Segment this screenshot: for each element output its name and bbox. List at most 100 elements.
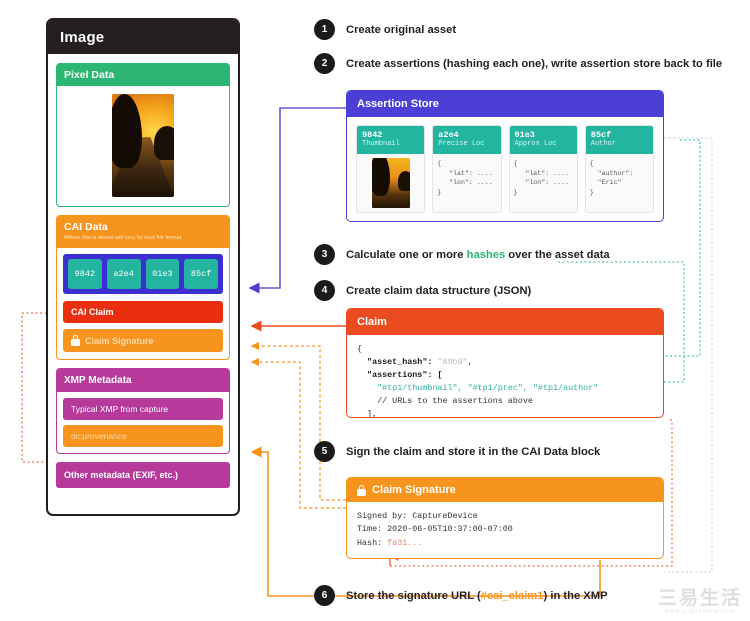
- cai-claim-row: CAI Claim: [63, 301, 223, 324]
- xmp-typical-row: Typical XMP from capture: [63, 398, 223, 421]
- claim-value-asset-hash: "89b6": [437, 357, 468, 368]
- assertion-card-body: { "lat": .... "lon": .... }: [513, 160, 569, 196]
- assertion-card-id: 85cf: [590, 130, 612, 140]
- step-3-text: Calculate one or more hashes over the as…: [346, 249, 610, 261]
- claim-value-assertions: "#tp1/thumbnail", "#tp1/prec", "#tp1/aut…: [357, 383, 599, 394]
- step-6-text-after: ) in the XMP: [543, 589, 608, 602]
- image-panel: Image Pixel Data CAI Data Where this is …: [46, 18, 240, 516]
- assertion-card-label: Thumbnail: [362, 140, 400, 149]
- step-5-text: Sign the claim and store it in the CAI D…: [346, 445, 601, 458]
- claim-signature-row-label: Claim Signature: [85, 335, 154, 346]
- signature-hash-label: Hash:: [357, 537, 388, 548]
- diagram-root: Image Pixel Data CAI Data Where this is …: [0, 0, 750, 621]
- pixel-data-block: Pixel Data: [56, 63, 230, 207]
- step-3-text-after: over the asset data: [505, 248, 610, 261]
- assertion-card-author: 85cf Author { "author": "Eric" }: [584, 125, 654, 214]
- assertion-card-header: 01e3 Approx Loc: [509, 126, 577, 155]
- cai-data-content: 9842 a2e4 01e3 85cf CAI Claim Claim Sign…: [57, 248, 229, 359]
- cai-data-subtitle: Where this is stored will vary by host f…: [64, 235, 182, 242]
- watermark-subtext: www.expreview.com: [664, 608, 736, 615]
- assertion-store-cards: 9842 Thumbnail a2e4 Precise Loc { "lat":…: [347, 117, 663, 221]
- claim-signature-card-title: Claim Signature: [372, 484, 456, 496]
- hash-chip: 9842: [68, 259, 102, 290]
- claim-card-title: Claim: [347, 309, 663, 335]
- assertion-card-id: 01e3: [514, 130, 535, 140]
- signature-hash-value: fa31...: [387, 537, 423, 548]
- cai-data-header: CAI Data Where this is stored will vary …: [57, 216, 229, 249]
- watermark-text: 三易生活: [657, 587, 742, 609]
- step-2: 2 Create assertions (hashing each one), …: [314, 53, 722, 74]
- assertion-card-id: 9842: [362, 130, 383, 140]
- hash-strip: 9842 a2e4 01e3 85cf: [63, 254, 223, 295]
- photo-tree-right: [154, 125, 174, 160]
- step-1-number: 1: [314, 19, 335, 40]
- claim-card: Claim { "asset_hash": "89b6", "assertion…: [346, 308, 664, 418]
- assertion-card-approx-loc: 01e3 Approx Loc { "lat": .... "lon": ...…: [508, 125, 578, 214]
- step-6-text-before: Store the signature URL (: [346, 589, 481, 602]
- assertion-card-body: { "author": "Eric" }: [589, 160, 634, 196]
- claim-comment: // URLs to the assertions above: [357, 396, 533, 407]
- step-6-highlight: #cai_claim1: [480, 589, 544, 602]
- step-1: 1 Create original asset: [314, 19, 456, 40]
- assertion-card-label: Approx Loc: [514, 140, 557, 149]
- step-3-highlight: hashes: [466, 248, 506, 261]
- assertion-card-label: Precise Loc: [438, 140, 485, 149]
- claim-key-asset-hash: "asset_hash":: [357, 357, 438, 368]
- assertion-card-header: 9842 Thumbnail: [357, 126, 425, 155]
- claim-json-body: { "asset_hash": "89b6", "assertions": [ …: [347, 335, 663, 418]
- claim-key-assertions: "assertions": [: [357, 370, 443, 381]
- cai-data-title: CAI Data: [64, 221, 108, 233]
- assertion-card-body: [357, 154, 424, 212]
- hash-chip: 85cf: [184, 259, 218, 290]
- image-panel-title: Image: [48, 20, 238, 54]
- thumbnail-image: [371, 158, 410, 209]
- assertion-card-body: { "lat": .... "lon": .... }: [437, 160, 493, 196]
- xmp-metadata-content: Typical XMP from capture dc:provenance: [57, 392, 229, 453]
- step-5-number: 5: [314, 441, 335, 462]
- image-panel-body: Pixel Data CAI Data Where this is stored…: [48, 54, 238, 496]
- step-4: 4 Create claim data structure (JSON): [314, 280, 531, 301]
- assertion-store-title: Assertion Store: [347, 91, 663, 117]
- assertion-card-id: a2e4: [438, 130, 459, 140]
- other-metadata-row: Other metadata (EXIF, etc.): [56, 462, 230, 489]
- signed-by-line: Signed by: CaptureDevice: [357, 511, 478, 521]
- assertion-card-thumbnail: 9842 Thumbnail: [356, 125, 426, 214]
- xmp-provenance-row: dc:provenance: [63, 425, 223, 448]
- assertion-card-precise-loc: a2e4 Precise Loc { "lat": .... "lon": ..…: [432, 125, 502, 214]
- step-4-text: Create claim data structure (JSON): [346, 284, 532, 297]
- pixel-data-content: [57, 86, 229, 206]
- claim-signature-row: Claim Signature: [63, 329, 223, 353]
- assertion-card-header: 85cf Author: [585, 126, 653, 155]
- assertion-card-header: a2e4 Precise Loc: [433, 126, 501, 155]
- pixel-data-title: Pixel Data: [57, 64, 229, 86]
- step-3: 3 Calculate one or more hashes over the …: [314, 244, 610, 265]
- xmp-metadata-block: XMP Metadata Typical XMP from capture dc…: [56, 368, 230, 455]
- hash-chip: 01e3: [145, 259, 180, 290]
- step-2-text: Create assertions (hashing each one), wr…: [346, 57, 723, 70]
- watermark: 三易生活 www.expreview.com: [657, 587, 742, 615]
- step-2-number: 2: [314, 53, 335, 74]
- step-6: 6 Store the signature URL (#cai_claim1) …: [314, 585, 608, 606]
- step-4-number: 4: [314, 280, 335, 301]
- claim-comma: ,: [467, 357, 473, 368]
- lock-icon: [357, 484, 366, 496]
- step-6-number: 6: [314, 585, 335, 606]
- lock-icon: [71, 335, 80, 347]
- step-3-number: 3: [314, 244, 335, 265]
- assertion-card-label: Author: [590, 140, 616, 149]
- hash-chip: a2e4: [106, 259, 141, 290]
- step-3-text-before: Calculate one or more: [346, 248, 467, 261]
- asset-photo: [112, 94, 174, 197]
- claim-close-array: ],: [357, 409, 378, 418]
- claim-signature-card-header: Claim Signature: [347, 478, 663, 502]
- claim-signature-body: Signed by: CaptureDevice Time: 2020-06-0…: [347, 502, 663, 558]
- step-5: 5 Sign the claim and store it in the CAI…: [314, 441, 600, 462]
- step-6-text: Store the signature URL (#cai_claim1) in…: [346, 590, 608, 602]
- claim-signature-card: Claim Signature Signed by: CaptureDevice…: [346, 477, 664, 559]
- claim-json-open: {: [357, 344, 363, 354]
- xmp-metadata-title: XMP Metadata: [57, 369, 229, 393]
- signature-time-line: Time: 2020-06-05T10:37:00-07:00: [357, 524, 513, 535]
- assertion-store-card: Assertion Store 9842 Thumbnail a2e4 Prec…: [346, 90, 664, 222]
- step-1-text: Create original asset: [346, 23, 457, 36]
- cai-data-block: CAI Data Where this is stored will vary …: [56, 215, 230, 361]
